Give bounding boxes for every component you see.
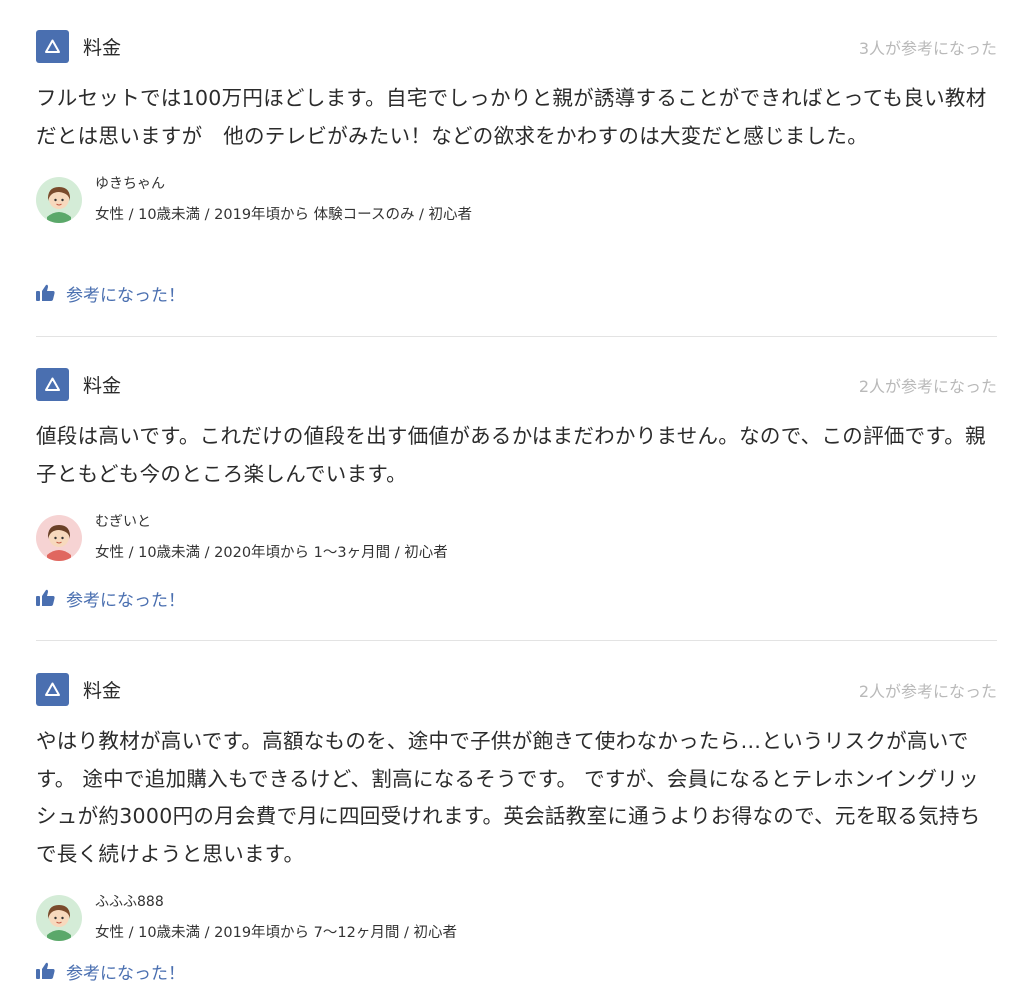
- rating-badge: [36, 30, 69, 63]
- triangle-icon: [45, 682, 60, 696]
- divider: [36, 640, 997, 641]
- avatar-woman-icon: [47, 525, 71, 561]
- review-category: 料金: [83, 375, 122, 397]
- review-category: 料金: [83, 37, 122, 59]
- reviewer-meta: 女性 / 10歳未満 / 2019年頃から 7〜12ヶ月間 / 初心者: [95, 925, 457, 941]
- reviewer-name: ふふふ888: [95, 894, 164, 910]
- review-body: やはり教材が高いです。高額なものを、途中で子供が飽きて使わなかったら…というリス…: [36, 729, 981, 866]
- avatar-woman-icon: [47, 905, 71, 941]
- helpful-button-label: 参考になった！: [66, 963, 185, 984]
- rating-badge: [36, 368, 69, 401]
- divider: [36, 336, 997, 337]
- review-card: 料金 2人が参考になった 値段は高いです。これだけの値段を出す価値があるかはまだ…: [36, 368, 997, 611]
- review-body: フルセットでは100万円ほどします。自宅でしっかりと親が誘導することができればと…: [36, 86, 987, 148]
- review-card: 料金 3人が参考になった フルセットでは100万円ほどします。自宅でしっかりと親…: [36, 30, 997, 306]
- review-header: 料金 2人が参考になった: [36, 673, 997, 707]
- reviewer-info: むぎいと 女性 / 10歳未満 / 2020年頃から 1〜3ヶ月間 / 初心者: [36, 511, 997, 563]
- reviewer-meta: 女性 / 10歳未満 / 2020年頃から 1〜3ヶ月間 / 初心者: [95, 545, 448, 561]
- avatar: [36, 895, 82, 941]
- avatar: [36, 177, 82, 223]
- avatar: [36, 515, 82, 561]
- triangle-icon: [45, 377, 60, 391]
- helpful-count: 2人が参考になった: [858, 377, 997, 396]
- review-list: 料金 3人が参考になった フルセットでは100万円ほどします。自宅でしっかりと親…: [0, 0, 1024, 1006]
- triangle-icon: [45, 39, 60, 53]
- thumbs-up-icon: [36, 284, 55, 301]
- reviewer-info: ふふふ888 女性 / 10歳未満 / 2019年頃から 7〜12ヶ月間 / 初…: [36, 891, 997, 943]
- thumbs-up-icon: [36, 962, 55, 979]
- helpful-button[interactable]: 参考になった！: [36, 585, 185, 611]
- review-card: 料金 2人が参考になった やはり教材が高いです。高額なものを、途中で子供が飽きて…: [36, 673, 997, 984]
- reviewer-name: ゆきちゃん: [95, 176, 165, 192]
- review-category: 料金: [83, 680, 122, 702]
- helpful-button-label: 参考になった！: [66, 590, 185, 611]
- avatar-woman-icon: [47, 187, 71, 223]
- reviewer-name: むぎいと: [95, 514, 151, 530]
- helpful-button[interactable]: 参考になった！: [36, 280, 185, 306]
- thumbs-up-icon: [36, 589, 55, 606]
- helpful-count: 3人が参考になった: [858, 39, 997, 58]
- review-header: 料金 3人が参考になった: [36, 30, 997, 64]
- helpful-button[interactable]: 参考になった！: [36, 958, 185, 984]
- reviewer-meta: 女性 / 10歳未満 / 2019年頃から 体験コースのみ / 初心者: [95, 207, 473, 223]
- rating-badge: [36, 673, 69, 706]
- reviewer-info: ゆきちゃん 女性 / 10歳未満 / 2019年頃から 体験コースのみ / 初心…: [36, 173, 997, 225]
- review-body: 値段は高いです。これだけの値段を出す価値があるかはまだわかりません。なので、この…: [36, 424, 986, 486]
- review-header: 料金 2人が参考になった: [36, 368, 997, 402]
- helpful-button-label: 参考になった！: [66, 285, 185, 306]
- helpful-count: 2人が参考になった: [858, 682, 997, 701]
